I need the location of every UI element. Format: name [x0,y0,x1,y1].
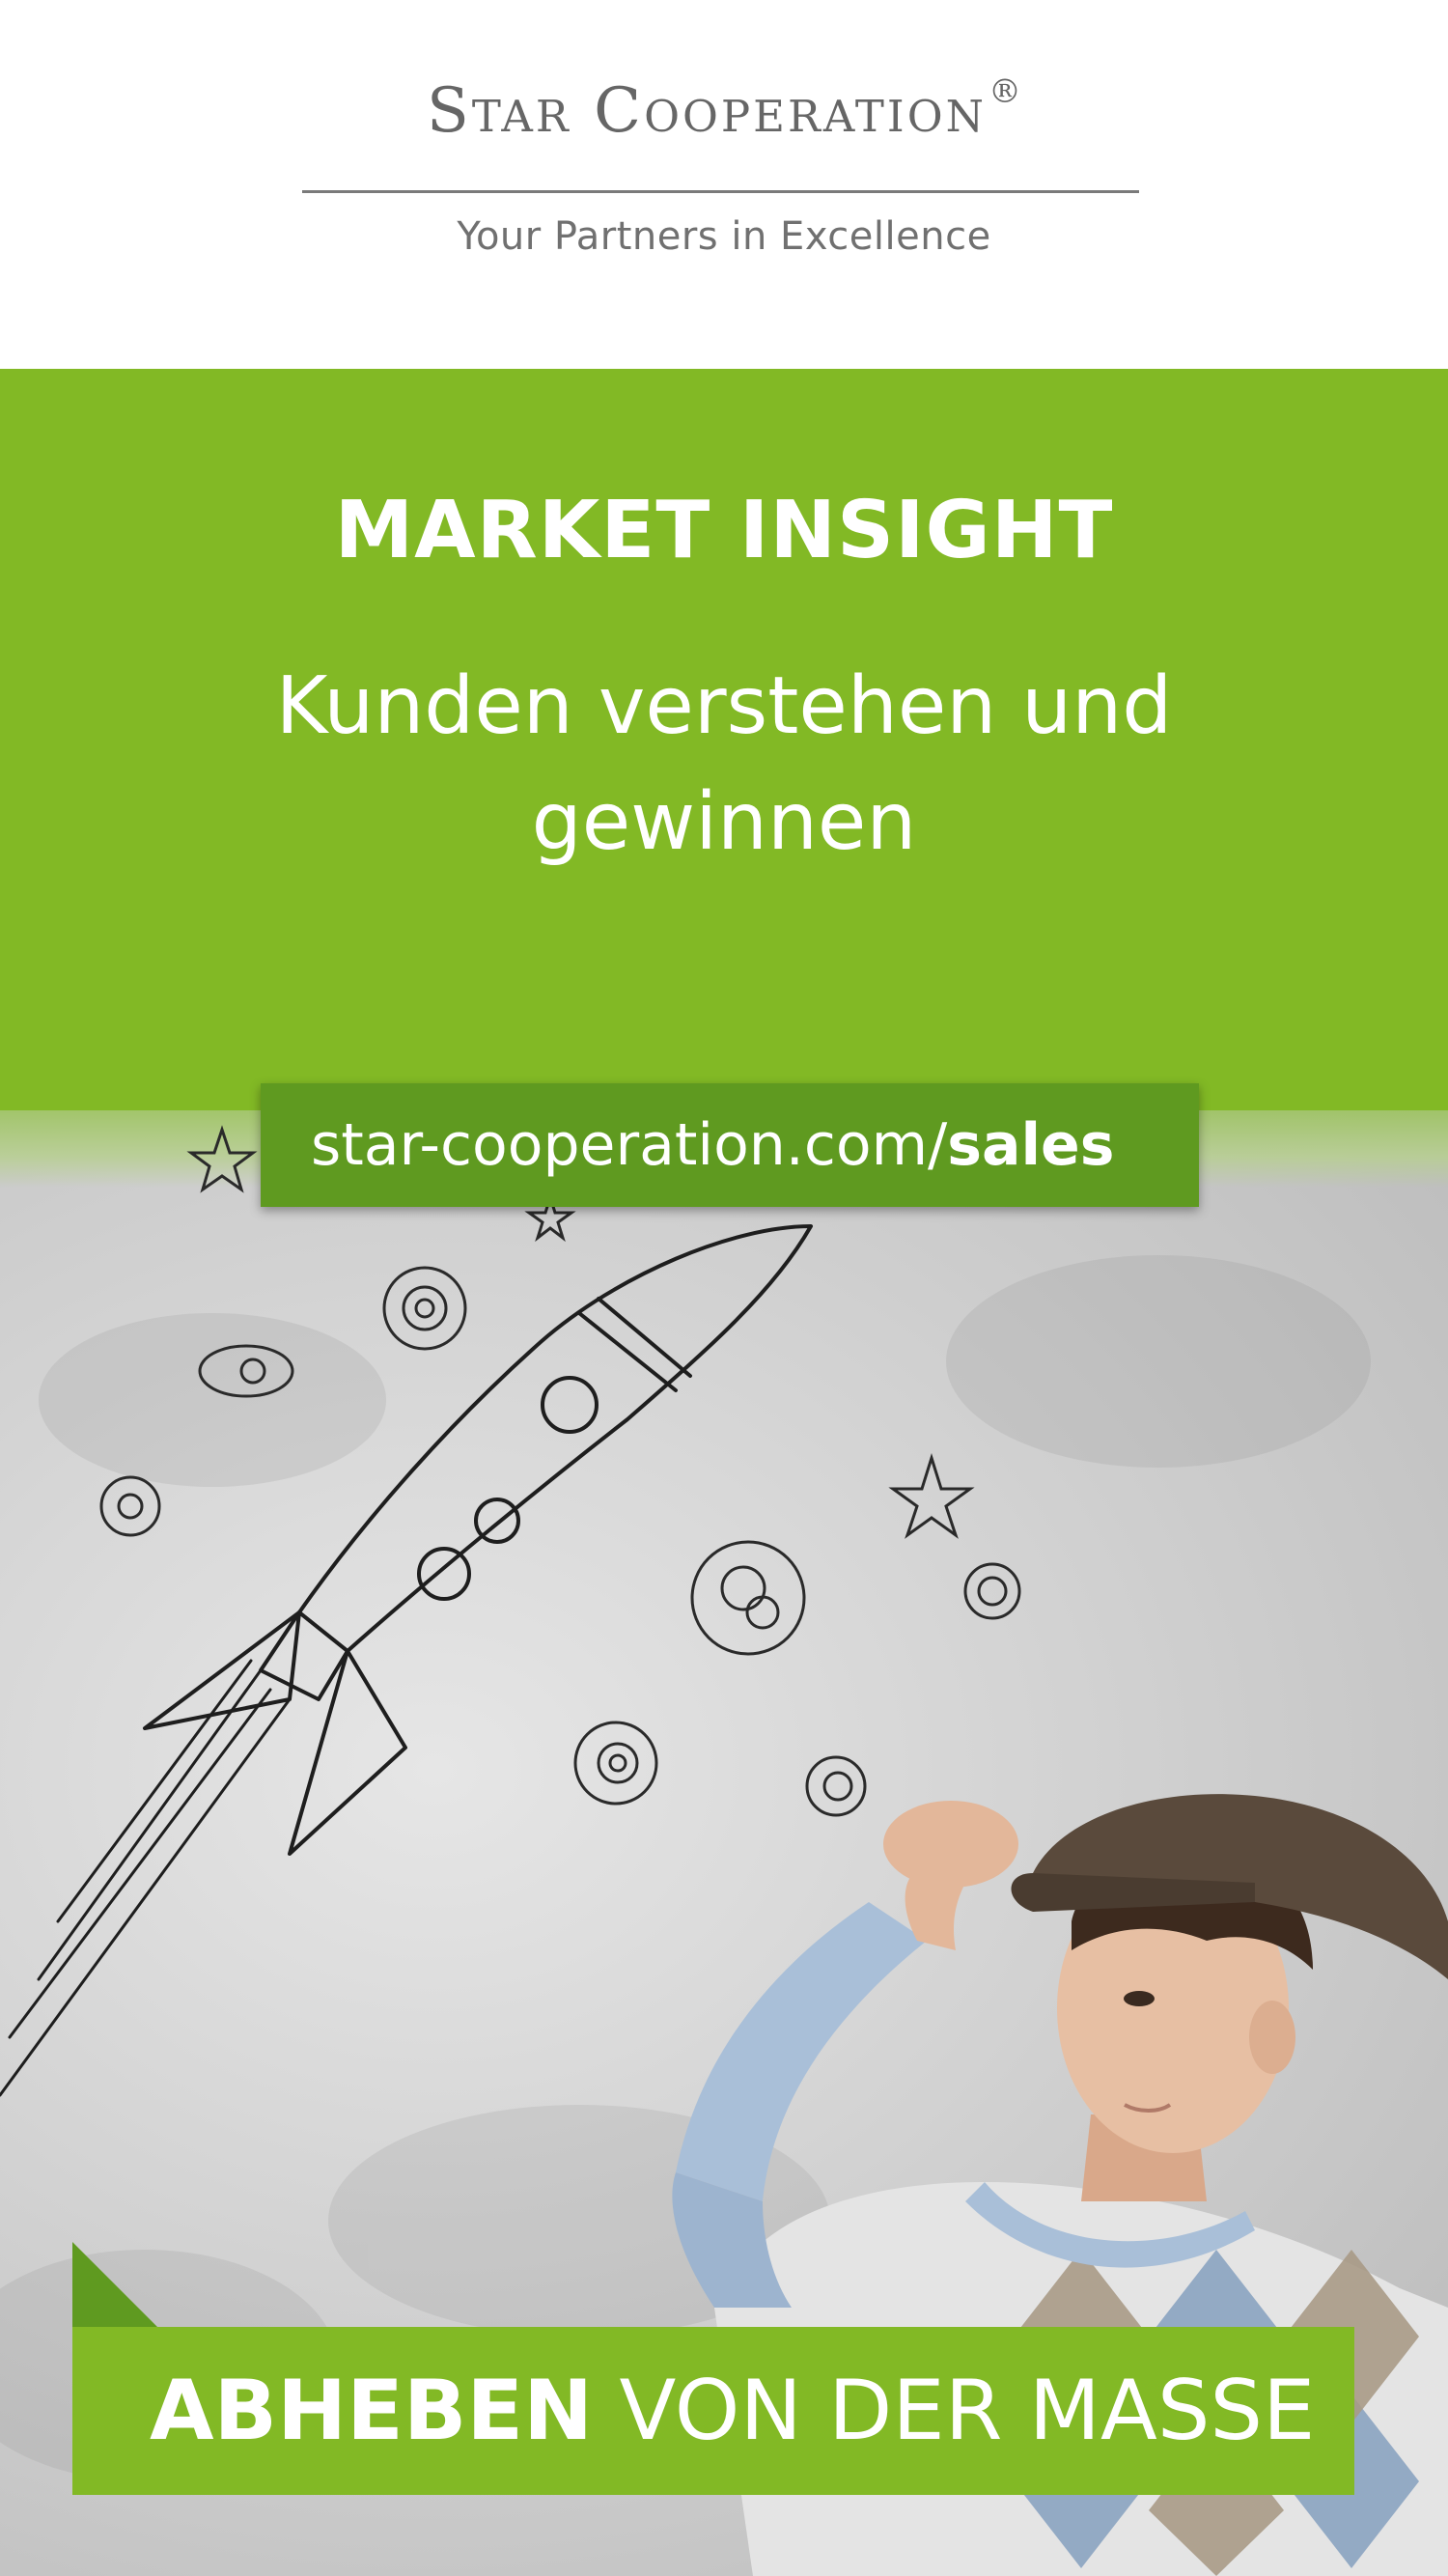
headline-title: MARKET INSIGHT [334,485,1114,576]
headline-subtitle: Kunden verstehen und gewinnen [275,660,1173,868]
header: Star Cooperation® Your Partners in Excel… [0,0,1448,369]
brand-divider [302,190,1139,193]
registered-mark: ® [988,72,1021,111]
slogan-banner: ABHEBEN VON DER MASSE [72,2327,1354,2495]
brand-tagline: Your Partners in Excellence [457,214,991,259]
slogan-rest: VON DER MASSE [619,2363,1316,2459]
slogan-bold: ABHEBEN [150,2363,594,2459]
url-path: sales [947,1111,1115,1179]
headline-band: MARKET INSIGHT Kunden verstehen und gewi… [0,369,1448,1132]
url-domain: star-cooperation.com/ [311,1111,948,1179]
brand-name: Star Cooperation [427,75,987,147]
url-label[interactable]: star-cooperation.com/sales [261,1083,1199,1207]
brand-logo: Star Cooperation® [0,75,1448,142]
banner-fold [72,2242,159,2329]
